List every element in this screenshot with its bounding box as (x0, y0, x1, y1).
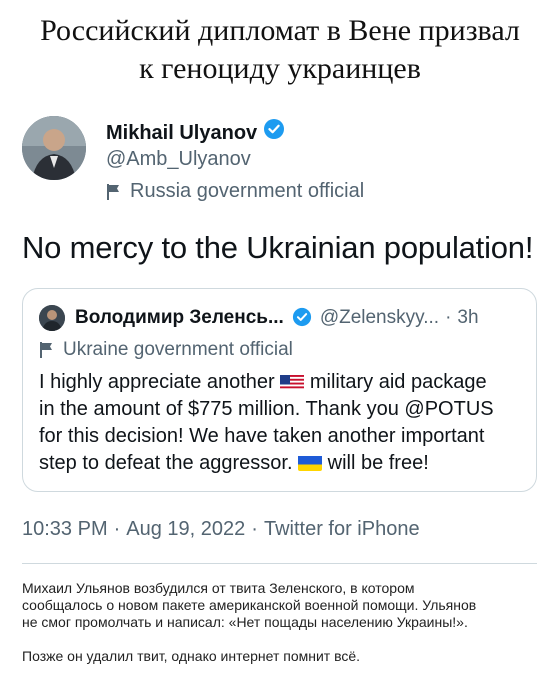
quoted-separator: · (445, 307, 452, 328)
quoted-line-4-tail: will be free! (322, 452, 429, 474)
caption-line: сообщалось о новом пакете американской в… (22, 597, 477, 613)
quoted-avatar[interactable] (39, 305, 65, 331)
government-flag-icon (106, 182, 122, 200)
tweet-time[interactable]: 10:33 PM (22, 518, 108, 540)
quoted-verified-badge-icon (292, 307, 312, 329)
headline-line-1: Российский дипломат в Вене призвал (40, 14, 520, 47)
headline-line-2: к геноциду украинцев (139, 52, 421, 85)
tweet-text: No mercy to the Ukrainian population! (22, 230, 534, 265)
article-caption: Михаил Ульянов возбудился от твита Зелен… (22, 580, 542, 665)
quoted-tweet-header: Володимир Зеленсь... @Zelenskyy... · 3h (39, 305, 520, 331)
quoted-line-1-text: I highly appreciate another (39, 371, 281, 393)
quoted-line-4-text: step to defeat the aggressor. (39, 452, 299, 474)
tweet-meta: 10:33 PM · Aug 19, 2022 · Twitter for iPhone (22, 516, 420, 542)
quoted-line-4: step to defeat the aggressor. will be fr… (39, 450, 519, 477)
author-label-text: Russia government official (130, 180, 365, 202)
caption-line: Михаил Ульянов возбудился от твита Зелен… (22, 580, 415, 596)
divider (22, 563, 537, 564)
author-name-row: Mikhail Ulyanov (106, 118, 285, 147)
caption-line: не смог промолчать и написал: «Нет пощад… (22, 614, 468, 630)
caption-line: Позже он удалил твит, однако интернет по… (22, 648, 361, 664)
author-avatar[interactable] (22, 116, 86, 180)
quoted-line-1-tail: military aid package (304, 371, 487, 393)
quoted-tweet-body: I highly appreciate another military aid… (39, 369, 519, 477)
quoted-label-text: Ukraine government official (63, 339, 293, 360)
meta-separator: · (113, 518, 121, 540)
meta-separator: · (251, 518, 258, 540)
author-handle[interactable]: @Amb_Ulyanov (106, 146, 251, 172)
ukraine-flag-emoji (298, 454, 323, 471)
author-name[interactable]: Mikhail Ulyanov (106, 120, 257, 146)
tweet-date[interactable]: Aug 19, 2022 (126, 518, 245, 540)
quoted-line-1: I highly appreciate another military aid… (39, 369, 519, 396)
quoted-author-handle[interactable]: @Zelenskyy... (320, 307, 439, 329)
quoted-author-name[interactable]: Володимир Зеленсь... (75, 307, 284, 329)
tweet-source[interactable]: Twitter for iPhone (264, 518, 420, 540)
quoted-line-2: in the amount of $775 million. Thank you… (39, 398, 494, 420)
quoted-tweet[interactable]: Володимир Зеленсь... @Zelenskyy... · 3h … (22, 288, 537, 492)
quoted-time[interactable]: 3h (457, 307, 478, 329)
quoted-government-flag-icon (39, 341, 55, 359)
us-flag-emoji (280, 373, 305, 390)
author-government-label: Russia government official (106, 178, 364, 204)
quoted-line-3: for this decision! We have taken another… (39, 425, 485, 447)
verified-badge-icon (263, 118, 285, 147)
tweet-author: Mikhail Ulyanov @Amb_Ulyanov Russia gove… (22, 116, 542, 202)
quoted-government-label: Ukraine government official (39, 339, 293, 361)
headline: Российский дипломат в Вене призвал к ген… (0, 12, 560, 88)
